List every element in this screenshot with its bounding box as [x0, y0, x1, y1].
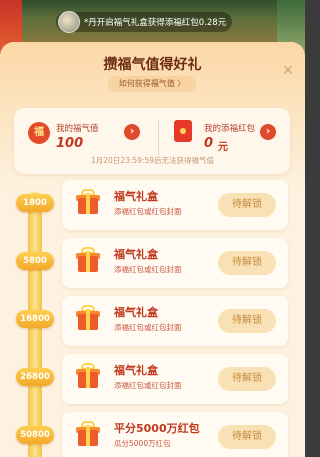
redpacket-detail-button[interactable]: ›	[260, 124, 276, 140]
divider	[158, 120, 159, 156]
unlock-button[interactable]: 待解锁	[218, 309, 276, 333]
reward-desc: 添福红包或红包封面	[114, 323, 182, 332]
fortune-icon: 福	[28, 122, 50, 144]
notification-text: *丹开启福气礼盒获得添福红包0.28元	[84, 18, 227, 28]
fortune-value: 100	[56, 136, 84, 151]
reward-name: 福气礼盒	[114, 248, 158, 261]
reward-name: 福气礼盒	[114, 190, 158, 203]
redpacket-label: 我的添福红包	[204, 124, 256, 134]
reward-desc: 添福红包或红包封面	[114, 265, 182, 274]
milestone-badge: 1800	[16, 194, 54, 212]
unlock-button[interactable]: 待解锁	[218, 425, 276, 449]
gift-box-icon	[76, 421, 100, 447]
redpacket-unit: 元	[218, 142, 228, 153]
reward-name: 福气礼盒	[114, 306, 158, 319]
gift-box-icon	[76, 305, 100, 331]
reward-item: 福气礼盒 添福红包或红包封面 待解锁	[62, 180, 288, 230]
panel-title: 攒福气值得好礼	[103, 57, 202, 73]
milestone-badge: 16800	[16, 310, 54, 328]
gift-box-icon	[76, 247, 100, 273]
reward-item: 福气礼盒 添福红包或红包封面 待解锁	[62, 296, 288, 346]
reward-panel: ✕ 攒福气值得好礼 如何获得福气值 〉 福 我的福气值 100 › 我的添福红包…	[0, 42, 305, 457]
redpacket-value: 0	[204, 136, 214, 151]
milestone-badge: 50800	[16, 426, 54, 444]
reward-name: 福气礼盒	[114, 364, 158, 377]
reward-desc: 添福红包或红包封面	[114, 207, 182, 216]
gift-box-icon	[76, 189, 100, 215]
milestone-badge: 5800	[16, 252, 54, 270]
deadline-text: 1月20日23:59:59后无法获得福气值	[91, 156, 214, 165]
how-to-earn-link[interactable]: 如何获得福气值 〉	[108, 76, 196, 92]
reward-desc: 添福红包或红包封面	[114, 381, 182, 390]
unlock-button[interactable]: 待解锁	[218, 251, 276, 275]
reward-desc: 瓜分5000万红包	[114, 439, 171, 448]
reward-item: 福气礼盒 添福红包或红包封面 待解锁	[62, 238, 288, 288]
notification-banner: *丹开启福气礼盒获得添福红包0.28元	[56, 11, 233, 33]
reward-item: 平分5000万红包 瓜分5000万红包 待解锁	[62, 412, 288, 457]
unlock-button[interactable]: 待解锁	[218, 367, 276, 391]
fortune-label: 我的福气值	[56, 124, 99, 134]
milestone-badge: 26800	[16, 368, 54, 386]
unlock-button[interactable]: 待解锁	[218, 193, 276, 217]
red-envelope-icon	[174, 120, 192, 142]
gift-box-icon	[76, 363, 100, 389]
reward-item: 福气礼盒 添福红包或红包封面 待解锁	[62, 354, 288, 404]
reward-name: 平分5000万红包	[114, 422, 200, 435]
avatar	[58, 11, 80, 33]
fortune-detail-button[interactable]: ›	[124, 124, 140, 140]
